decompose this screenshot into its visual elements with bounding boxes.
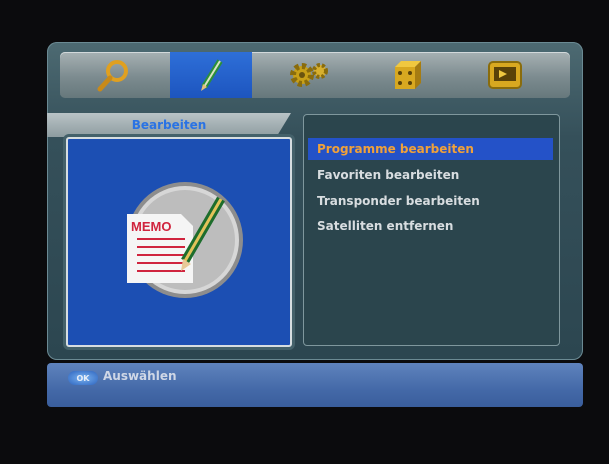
- ok-button-icon: OK: [68, 371, 98, 385]
- tab-media[interactable]: [464, 52, 546, 98]
- menu-item-edit-programs[interactable]: Programme bearbeiten: [308, 138, 553, 160]
- tab-edit[interactable]: [170, 52, 252, 98]
- section-title: Bearbeiten: [47, 113, 291, 137]
- menu-item-edit-transponder[interactable]: Transponder bearbeiten: [308, 190, 553, 212]
- menu-item-edit-favorites[interactable]: Favoriten bearbeiten: [308, 164, 553, 186]
- memo-label: MEMO: [131, 219, 171, 234]
- tab-settings[interactable]: [268, 52, 350, 98]
- help-bar: OK Auswählen: [47, 363, 583, 407]
- search-icon: [97, 60, 128, 92]
- pencil-icon: [201, 59, 223, 91]
- memo-icon: MEMO: [127, 182, 243, 298]
- menu-panel: Programme bearbeiten Favoriten bearbeite…: [303, 114, 560, 346]
- tab-search[interactable]: [72, 52, 154, 98]
- gear-icon: [290, 63, 328, 87]
- tab-bar: [60, 52, 570, 98]
- help-label: Auswählen: [103, 369, 177, 383]
- dice-icon: [395, 61, 421, 89]
- tab-games[interactable]: [366, 52, 448, 98]
- monitor-icon: [488, 61, 522, 89]
- preview-panel: MEMO: [66, 137, 292, 347]
- menu-item-remove-satellite[interactable]: Satelliten entfernen: [308, 215, 553, 237]
